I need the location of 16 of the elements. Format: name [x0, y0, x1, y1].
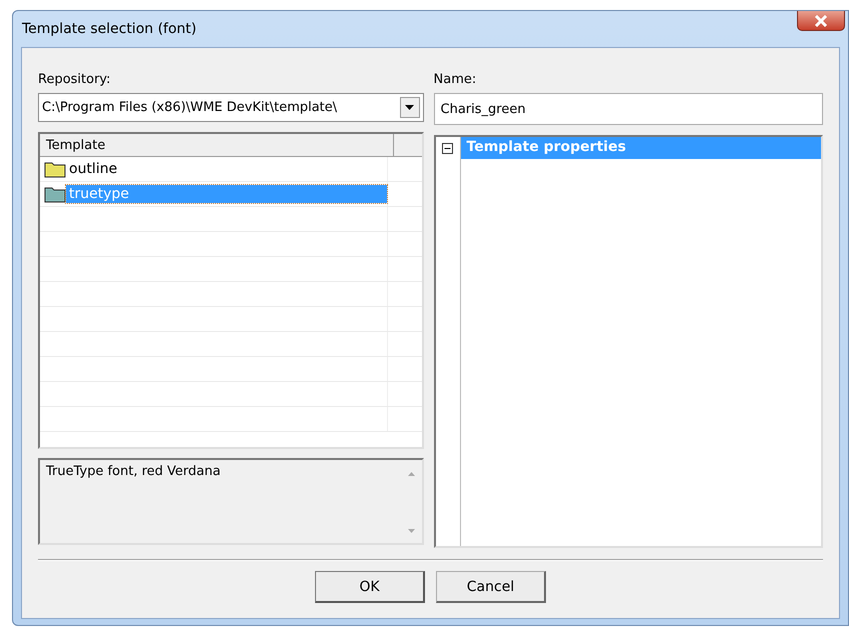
description-text: TrueType font, red Verdana — [45, 463, 222, 481]
ok-button[interactable]: OK — [315, 571, 425, 603]
close-icon — [814, 14, 828, 26]
template-item[interactable]: outline — [66, 160, 387, 178]
window-title: Template selection (font) — [22, 21, 196, 37]
close-button[interactable] — [797, 11, 845, 31]
caret-icon — [405, 105, 414, 110]
repository-label: Repository: — [38, 72, 112, 89]
folder-icon — [44, 185, 66, 203]
cancel-button[interactable]: Cancel — [436, 571, 546, 603]
dropdown-button[interactable] — [400, 97, 420, 118]
name-field[interactable]: Charis_green — [434, 93, 823, 125]
name-label: Name: — [434, 72, 478, 89]
collapse-icon[interactable] — [442, 143, 454, 154]
folder-icon — [44, 160, 66, 178]
repository-dropdown[interactable]: C:\Program Files (x86)\WME DevKit\template\ — [38, 93, 424, 122]
